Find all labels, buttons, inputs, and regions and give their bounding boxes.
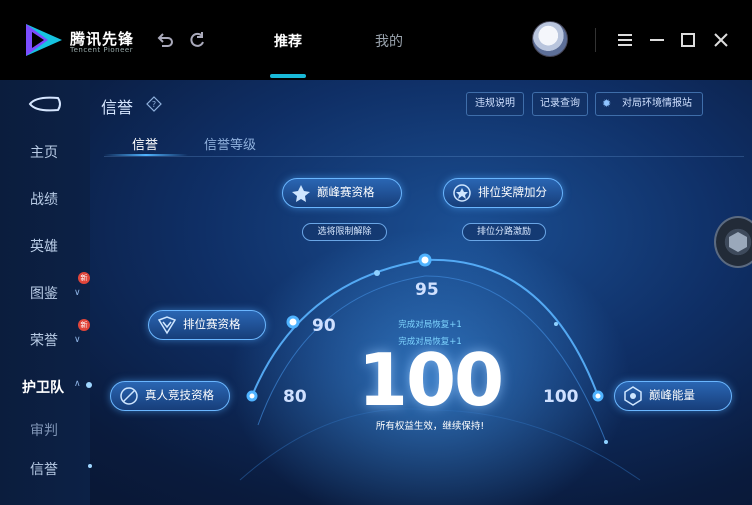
active-tab-indicator xyxy=(270,74,306,78)
rank-qualify-label: 排位赛资格 xyxy=(183,317,241,331)
scale-90: 90 xyxy=(312,316,336,336)
chevron-down-icon[interactable]: ∨ xyxy=(74,335,81,345)
rank-icon xyxy=(157,316,177,335)
credit-status: 所有权益生效，继续保持! xyxy=(375,421,485,432)
scale-95: 95 xyxy=(415,280,439,300)
real-compete-pill[interactable]: 真人竞技资格 xyxy=(110,381,230,411)
back-icon[interactable] xyxy=(26,94,64,114)
energy-icon xyxy=(624,386,642,406)
shield-icon: ✹ xyxy=(602,97,612,110)
peak-icon xyxy=(292,185,310,202)
tab-mine[interactable]: 我的 xyxy=(375,31,403,51)
credit-score: 100 xyxy=(357,338,504,422)
sidebar: 主页 战绩 英雄 图鉴 新 ∨ 荣誉 新 ∨ 护卫队 ∧ 审判 信誉 xyxy=(0,80,92,505)
record-query-button[interactable]: 记录查询 xyxy=(532,92,588,116)
peak-energy-label: 巅峰能量 xyxy=(649,388,695,402)
minimize-icon[interactable] xyxy=(647,30,667,50)
app-logo-icon xyxy=(26,24,62,56)
menu-icon[interactable] xyxy=(615,30,635,50)
medal-icon xyxy=(453,184,471,202)
dot-icon xyxy=(88,464,92,468)
match-env-label: 对局环境情报站 xyxy=(622,98,692,109)
sidebar-item-home[interactable]: 主页 xyxy=(0,142,90,162)
rank-bonus-pill[interactable]: 排位奖牌加分 xyxy=(443,178,563,208)
title-bar: 腾讯先锋 Tencent Pioneer 推荐 我的 xyxy=(0,0,752,80)
app-subtitle: Tencent Pioneer xyxy=(70,46,134,54)
svg-text:?: ? xyxy=(152,100,156,109)
maximize-icon[interactable] xyxy=(678,30,698,50)
violation-explain-button[interactable]: 违规说明 xyxy=(466,92,524,116)
peak-sub-pill[interactable]: 选将限制解除 xyxy=(302,223,387,241)
sidebar-item-record[interactable]: 战绩 xyxy=(0,189,90,209)
rank-bonus-label: 排位奖牌加分 xyxy=(478,185,547,199)
scale-80: 80 xyxy=(283,387,307,407)
avatar[interactable] xyxy=(532,21,568,57)
scale-100: 100 xyxy=(543,387,579,407)
chevron-up-icon[interactable]: ∧ xyxy=(74,379,81,389)
close-icon[interactable] xyxy=(711,30,731,50)
question-icon[interactable]: ? xyxy=(146,96,162,112)
no-bot-icon xyxy=(120,387,138,405)
divider xyxy=(595,28,596,52)
peak-energy-pill[interactable]: 巅峰能量 xyxy=(614,381,732,411)
real-compete-label: 真人竞技资格 xyxy=(145,388,214,402)
recover-text-1: 完成对局恢复+1 xyxy=(398,320,462,330)
sidebar-item-judge[interactable]: 审判 xyxy=(0,420,90,440)
subtab-credit[interactable]: 信誉 xyxy=(132,134,158,153)
undo-icon[interactable] xyxy=(155,30,175,50)
sidebar-item-hero[interactable]: 英雄 xyxy=(0,236,90,256)
peak-qualify-label: 巅峰赛资格 xyxy=(317,185,375,199)
new-badge: 新 xyxy=(78,272,90,284)
credit-arc-graphic xyxy=(230,230,641,505)
new-badge: 新 xyxy=(78,319,90,331)
refresh-icon[interactable] xyxy=(187,30,207,50)
chevron-down-icon[interactable]: ∨ xyxy=(74,288,81,298)
subtab-divider xyxy=(104,156,744,157)
peak-qualify-pill[interactable]: 巅峰赛资格 xyxy=(282,178,402,208)
rank-qualify-pill[interactable]: 排位赛资格 xyxy=(148,310,266,340)
sidebar-item-credit[interactable]: 信誉 xyxy=(0,459,90,479)
subtab-credit-level[interactable]: 信誉等级 xyxy=(204,134,256,153)
match-env-station-button[interactable]: ✹ 对局环境情报站 xyxy=(595,92,703,116)
rank-bonus-sub-pill[interactable]: 排位分路激励 xyxy=(462,223,546,241)
dot-icon xyxy=(86,382,92,388)
hexagon-icon xyxy=(729,232,747,252)
page-title: 信誉 xyxy=(101,98,134,117)
tab-recommend[interactable]: 推荐 xyxy=(274,31,302,51)
main-panel: 主页 战绩 英雄 图鉴 新 ∨ 荣誉 新 ∨ 护卫队 ∧ 审判 信誉 信誉 ? … xyxy=(0,80,752,505)
